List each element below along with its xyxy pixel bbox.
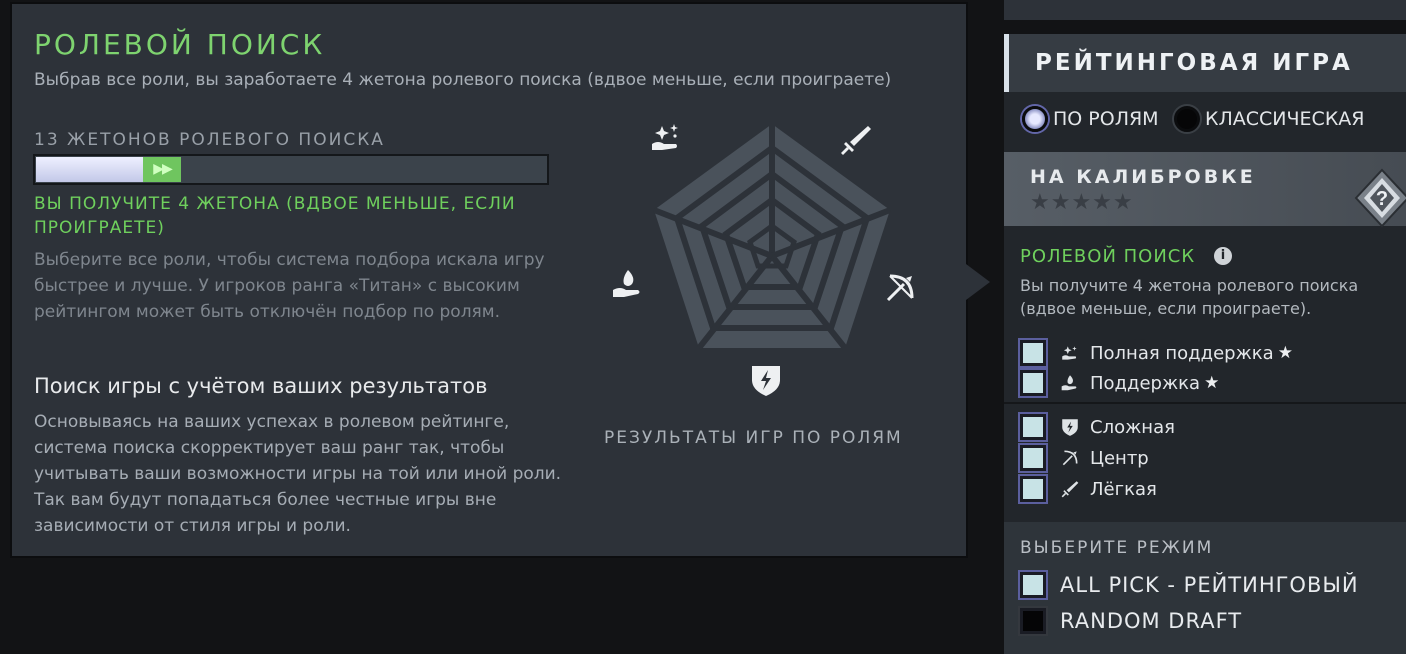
game-mode-section: ВЫБЕРИТЕ РЕЖИМ ALL PICK - РЕЙТИНГОВЫЙ RA… — [1004, 522, 1406, 654]
tokens-count-label: 13 ЖЕТОНОВ РОЛЕВОГО ПОИСКА — [34, 130, 385, 150]
game-mode-label: RANDOM DRAFT — [1060, 609, 1243, 633]
role-checkbox-support[interactable] — [1020, 370, 1046, 396]
tooltip-pointer — [966, 264, 990, 300]
calibration-title: НА КАЛИБРОВКЕ — [1030, 166, 1256, 188]
tooltip-subtitle: Выбрав все роли, вы заработаете 4 жетона… — [34, 70, 892, 90]
role-row-support[interactable]: Поддержка ★ — [1020, 370, 1219, 396]
role-row-carry[interactable]: Лёгкая — [1020, 476, 1157, 502]
game-mode-checkbox-all-pick[interactable] — [1020, 572, 1046, 598]
tokens-progress-gain: ▶▶ — [143, 157, 181, 182]
role-search-hint: Выберите все роли, чтобы система подбора… — [34, 250, 545, 322]
role-name: Сложная — [1090, 416, 1175, 438]
mode-option-classic[interactable]: КЛАССИЧЕСКАЯ — [1174, 104, 1365, 134]
game-mode-checkbox-random-draft[interactable] — [1020, 608, 1046, 634]
role-row-mid[interactable]: Центр — [1020, 445, 1149, 471]
offlane-icon — [1062, 419, 1078, 436]
info-icon[interactable]: i — [1214, 247, 1232, 265]
role-search-text: Вы получите 4 жетона ролевого поиска (вд… — [1020, 276, 1359, 318]
rank-badge-glyph: ? — [1376, 188, 1388, 210]
radio-roles[interactable] — [1022, 106, 1048, 132]
rank-badge-icon[interactable]: ? — [1354, 168, 1406, 228]
role-checkbox-carry[interactable] — [1020, 476, 1046, 502]
calibration-box: НА КАЛИБРОВКЕ ★★★★★ ? — [1004, 152, 1406, 228]
calibration-stars: ★★★★★ — [1030, 190, 1134, 215]
role-name: Поддержка — [1090, 372, 1201, 394]
section-title: Поиск игры с учётом ваших результатов — [34, 374, 488, 398]
ranked-title: РЕЙТИНГОВАЯ ИГРА — [1035, 50, 1353, 76]
app-root: РОЛЕВОЙ ПОИСК Выбрав все роли, вы зарабо… — [0, 0, 1406, 654]
full-support-icon — [1062, 346, 1077, 360]
tooltip-title: РОЛЕВОЙ ПОИСК — [34, 28, 326, 61]
role-name: Центр — [1090, 447, 1149, 469]
radio-classic[interactable] — [1174, 106, 1200, 132]
role-search-tooltip: РОЛЕВОЙ ПОИСК Выбрав все роли, вы зарабо… — [10, 2, 968, 558]
support-icon — [1061, 375, 1077, 391]
mode-label-roles: ПО РОЛЯМ — [1053, 108, 1159, 130]
role-checkbox-offlane[interactable] — [1020, 414, 1046, 440]
role-checkbox-mid[interactable] — [1020, 445, 1046, 471]
mode-label-classic: КЛАССИЧЕСКАЯ — [1205, 108, 1365, 130]
game-mode-title: ВЫБЕРИТЕ РЕЖИМ — [1020, 538, 1214, 558]
preferred-star-icon: ★ — [1277, 343, 1293, 363]
game-mode-random-draft[interactable]: RANDOM DRAFT — [1020, 608, 1242, 634]
carry-icon — [1061, 481, 1079, 498]
role-checkbox-full-support[interactable] — [1020, 340, 1046, 366]
top-strip — [1004, 0, 1406, 20]
role-search-title: РОЛЕВОЙ ПОИСК — [1020, 246, 1196, 267]
tokens-progress-bar: ▶▶ — [33, 154, 549, 185]
roles-divider — [1004, 402, 1406, 404]
full-support-icon — [652, 124, 678, 150]
preferred-star-icon: ★ — [1204, 373, 1220, 393]
game-mode-label: ALL PICK - РЕЙТИНГОВЫЙ — [1060, 573, 1359, 597]
support-hand-icon — [613, 270, 640, 297]
tokens-progress-fill — [36, 157, 143, 182]
offlane-shield-icon — [752, 366, 780, 396]
role-row-full-support[interactable]: Полная поддержка ★ — [1020, 340, 1293, 366]
mode-option-roles[interactable]: ПО РОЛЯМ — [1022, 104, 1159, 134]
carry-sword-icon — [841, 126, 871, 155]
radar-caption: РЕЗУЛЬТАТЫ ИГР ПО РОЛЯМ — [604, 428, 903, 448]
ranked-panel: РЕЙТИНГОВАЯ ИГРА ПО РОЛЯМ КЛАССИЧЕСКАЯ Н… — [1004, 34, 1406, 654]
mid-bow-icon — [886, 274, 914, 302]
ranked-header: РЕЙТИНГОВАЯ ИГРА — [1004, 34, 1406, 92]
section-body: Основываясь на ваших успехах в ролевом р… — [34, 412, 562, 536]
tokens-gain-text: ВЫ ПОЛУЧИТЕ 4 ЖЕТОНА (ВДВОЕ МЕНЬШЕ, ЕСЛИ… — [34, 194, 516, 238]
game-mode-all-pick[interactable]: ALL PICK - РЕЙТИНГОВЫЙ — [1020, 572, 1359, 598]
role-row-offlane[interactable]: Сложная — [1020, 414, 1175, 440]
mid-icon — [1062, 450, 1078, 466]
role-name: Лёгкая — [1090, 478, 1157, 500]
role-name: Полная поддержка — [1090, 342, 1274, 364]
